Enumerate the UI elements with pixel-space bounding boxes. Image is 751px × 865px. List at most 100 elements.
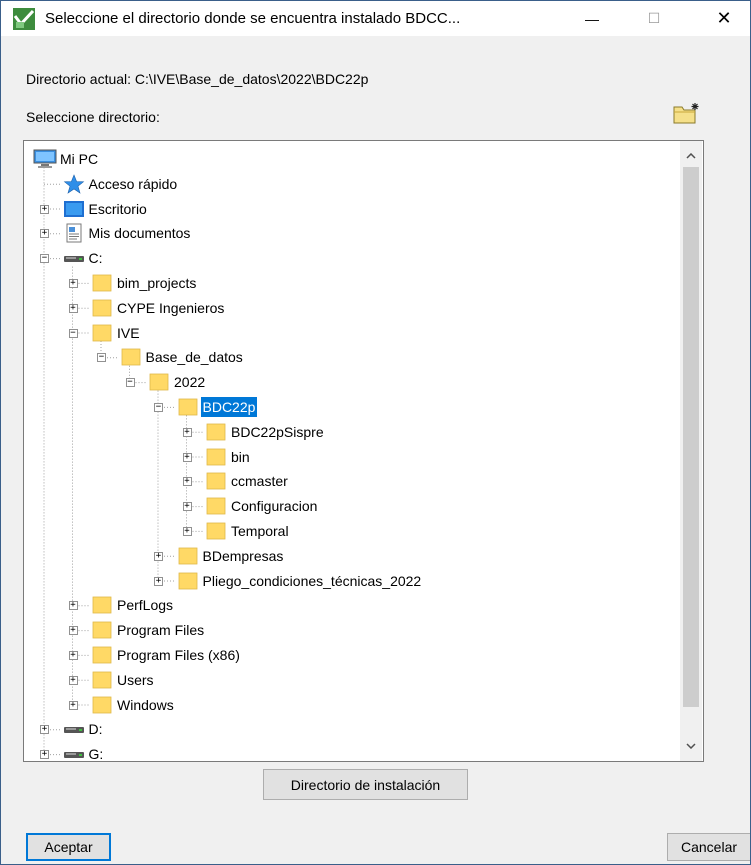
- tree-node[interactable]: Base_de_datos: [118, 345, 245, 369]
- tree-node[interactable]: bin: [203, 445, 252, 469]
- tree-node-label: Program Files: [117, 622, 205, 639]
- drive-icon: [61, 748, 87, 760]
- maximize-icon: ☐: [647, 10, 661, 26]
- tree-node-label: Mis documentos: [88, 225, 191, 242]
- tree-node[interactable]: Mis documentos: [61, 221, 193, 245]
- tree-node[interactable]: bim_projects: [89, 271, 198, 295]
- install-directory-button[interactable]: Directorio de instalación: [263, 769, 468, 800]
- tree-node[interactable]: Windows: [89, 693, 176, 717]
- expand-toggle[interactable]: +: [68, 601, 78, 611]
- tree-node[interactable]: Users: [89, 668, 156, 692]
- drive-icon: [61, 723, 87, 735]
- scroll-down-button[interactable]: [680, 735, 702, 757]
- tree-node[interactable]: BDC22pSispre: [203, 420, 326, 444]
- folder-icon: [175, 572, 201, 590]
- expand-toggle[interactable]: +: [68, 675, 78, 685]
- folder-icon: [89, 274, 115, 292]
- folder-icon: [89, 596, 115, 614]
- tree-node-label: Base_de_datos: [145, 349, 243, 366]
- expand-toggle[interactable]: +: [154, 576, 163, 586]
- tree-node[interactable]: Mi PC: [32, 147, 100, 171]
- minimize-button[interactable]: —: [567, 1, 617, 36]
- tree-node-label: PerfLogs: [117, 597, 174, 614]
- tree-node[interactable]: Escritorio: [61, 197, 149, 221]
- folder-icon: [175, 398, 201, 416]
- folder-icon: [89, 299, 115, 317]
- accept-button[interactable]: Aceptar: [26, 833, 111, 861]
- dialog-window: Seleccione el directorio donde se encuen…: [0, 0, 751, 865]
- scroll-up-button[interactable]: [680, 145, 702, 167]
- expand-toggle[interactable]: +: [68, 700, 78, 710]
- tree-node-label: D:: [88, 721, 103, 738]
- folder-icon: [89, 324, 115, 342]
- scroll-thumb[interactable]: [683, 167, 699, 707]
- cancel-button[interactable]: Cancelar: [667, 833, 750, 861]
- title-bar[interactable]: Seleccione el directorio donde se encuen…: [1, 1, 750, 36]
- expand-toggle[interactable]: +: [182, 452, 192, 462]
- window-title: Seleccione el directorio donde se encuen…: [45, 10, 461, 27]
- tree-node-label: Escritorio: [88, 200, 147, 217]
- select-directory-label: Seleccione directorio:: [26, 109, 160, 125]
- tree-node[interactable]: PerfLogs: [89, 593, 175, 617]
- tree-node[interactable]: IVE: [89, 321, 142, 345]
- tree-node[interactable]: Program Files (x86): [89, 643, 242, 667]
- tree-node-label: 2022: [174, 374, 206, 391]
- vertical-scrollbar[interactable]: [680, 141, 702, 761]
- tree-node[interactable]: G:: [61, 742, 106, 761]
- expand-toggle[interactable]: +: [68, 303, 78, 313]
- tree-node[interactable]: Temporal: [203, 519, 291, 543]
- collapse-toggle[interactable]: −: [68, 328, 78, 338]
- collapse-toggle[interactable]: −: [40, 254, 49, 264]
- folder-icon: [118, 348, 144, 366]
- close-icon: ✕: [716, 8, 732, 28]
- folder-icon: [203, 522, 229, 540]
- expand-toggle[interactable]: +: [182, 502, 192, 512]
- tree-node-label: Acceso rápido: [88, 175, 178, 192]
- expand-toggle[interactable]: +: [68, 278, 78, 288]
- folder-icon: [89, 671, 115, 689]
- folder-icon: [203, 448, 229, 466]
- expand-toggle[interactable]: +: [68, 650, 78, 660]
- expand-toggle[interactable]: +: [154, 551, 163, 561]
- folder-icon: [89, 621, 115, 639]
- computer-icon: [32, 149, 58, 169]
- expand-toggle[interactable]: +: [182, 477, 192, 487]
- expand-toggle[interactable]: +: [40, 204, 49, 214]
- expand-toggle[interactable]: +: [182, 526, 192, 536]
- close-button[interactable]: ✕: [699, 1, 749, 36]
- collapse-toggle[interactable]: −: [125, 378, 135, 388]
- expand-toggle[interactable]: +: [68, 626, 78, 636]
- maximize-button[interactable]: ☐: [629, 1, 679, 36]
- expand-toggle[interactable]: +: [40, 750, 49, 760]
- tree-node[interactable]: Program Files: [89, 618, 206, 642]
- tree-node[interactable]: C:: [61, 246, 105, 270]
- star-icon: [61, 173, 87, 194]
- tree-node[interactable]: Acceso rápido: [61, 172, 180, 196]
- expand-toggle[interactable]: +: [182, 427, 192, 437]
- tree-node-label: bin: [231, 448, 250, 465]
- tree-node-label: BDC22pSispre: [231, 423, 324, 440]
- tree-node[interactable]: BDC22p: [175, 395, 258, 419]
- collapse-toggle[interactable]: −: [97, 353, 106, 363]
- folder-icon: [175, 547, 201, 565]
- folder-icon: [89, 646, 115, 664]
- expand-toggle[interactable]: +: [40, 229, 49, 239]
- tree-node-label: Configuracion: [231, 498, 318, 515]
- tree-node[interactable]: BDempresas: [175, 544, 286, 568]
- tree-node[interactable]: Pliego_condiciones_técnicas_2022: [175, 569, 424, 593]
- tree-node[interactable]: ccmaster: [203, 469, 290, 493]
- tree-node-label: Windows: [117, 696, 174, 713]
- folder-icon: [203, 423, 229, 441]
- folder-icon: [89, 696, 115, 714]
- chevron-down-icon: [686, 743, 696, 749]
- expand-toggle[interactable]: +: [40, 725, 49, 735]
- tree-node[interactable]: 2022: [146, 370, 207, 394]
- tree-node[interactable]: Configuracion: [203, 494, 319, 518]
- directory-tree[interactable]: Mi PC Acceso rápido + Escritorio + Mis docume…: [23, 140, 704, 762]
- tree-node[interactable]: CYPE Ingenieros: [89, 296, 226, 320]
- desktop-icon: [61, 200, 87, 218]
- tree-node[interactable]: D:: [61, 717, 105, 741]
- collapse-toggle[interactable]: −: [154, 402, 163, 412]
- new-folder-button[interactable]: [671, 101, 701, 127]
- tree-node-label: Temporal: [231, 523, 289, 539]
